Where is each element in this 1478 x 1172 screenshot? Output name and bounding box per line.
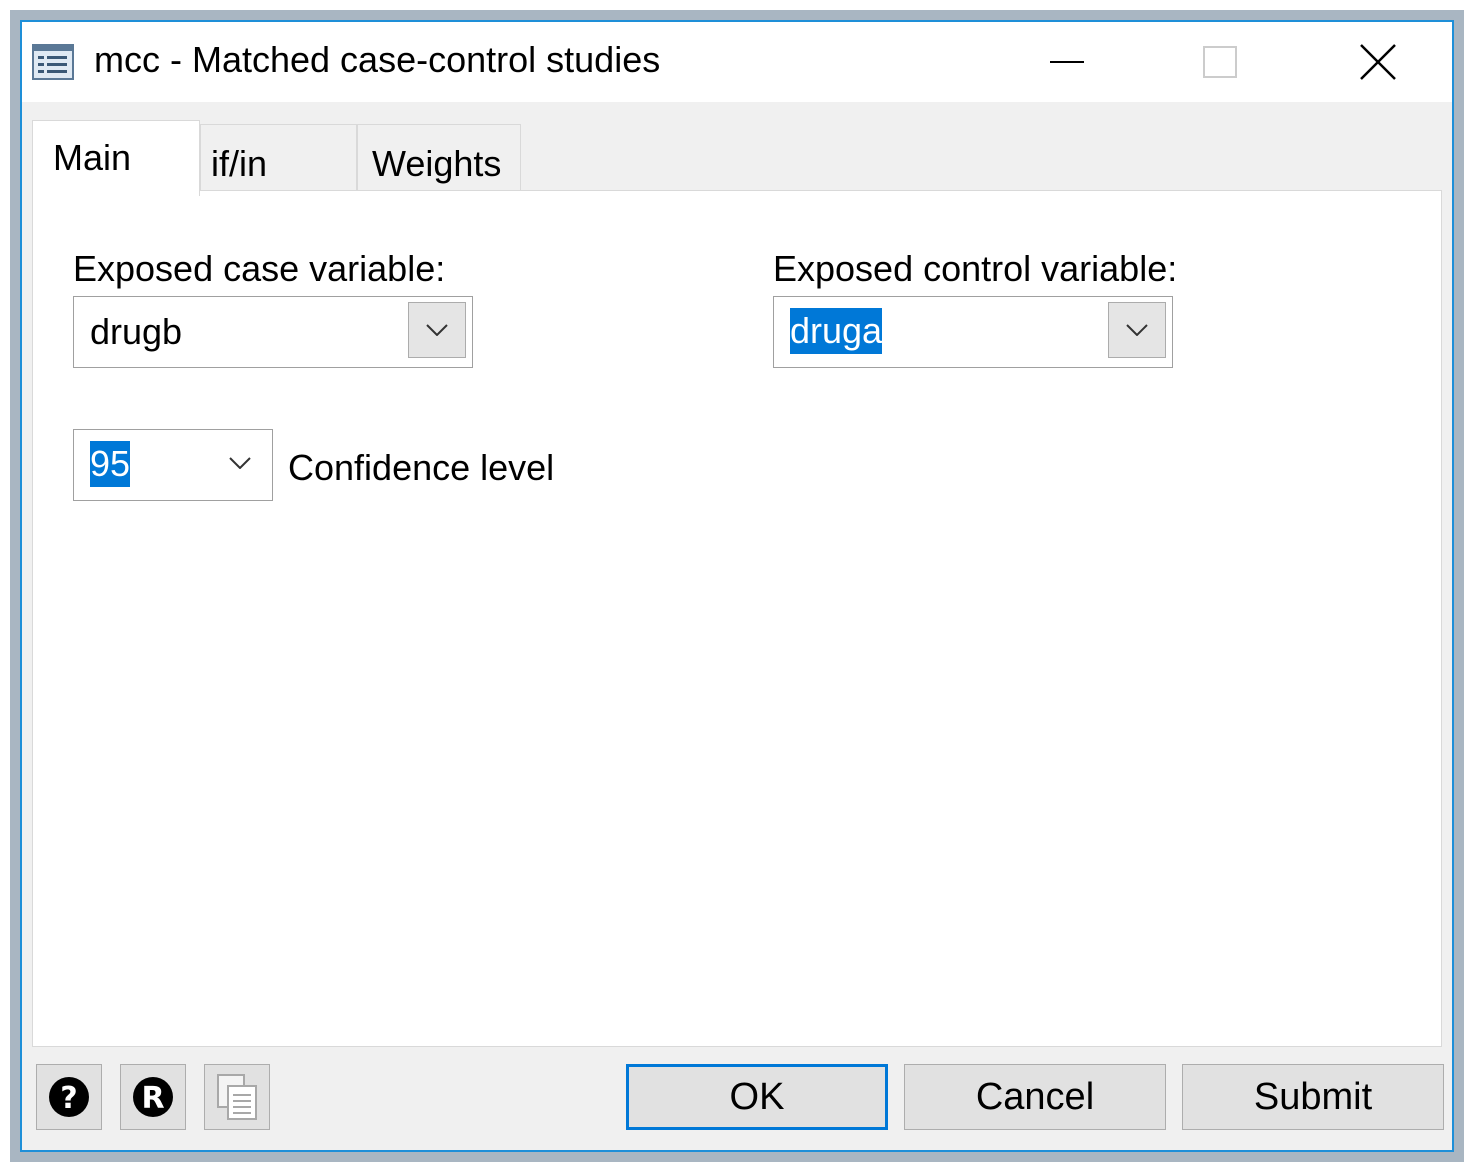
tab-weights[interactable]: Weights <box>357 124 521 190</box>
tab-if-in[interactable]: if/in <box>200 124 357 190</box>
copy-command-button[interactable] <box>204 1064 270 1130</box>
exposed-control-value[interactable]: druga <box>790 308 883 354</box>
minimize-icon <box>1050 61 1084 63</box>
dialog-window: mcc - Matched case-control studies Main … <box>20 20 1454 1152</box>
reset-button[interactable]: R <box>120 1064 186 1130</box>
maximize-icon <box>1203 46 1237 78</box>
help-button[interactable]: ? <box>36 1064 102 1130</box>
submit-button[interactable]: Submit <box>1182 1064 1444 1130</box>
dialog-list-icon <box>32 44 74 80</box>
confidence-level-dropdown-button[interactable] <box>229 456 251 474</box>
exposed-case-combobox[interactable]: drugb <box>73 296 473 368</box>
tab-main[interactable]: Main <box>32 120 200 196</box>
confidence-level-label: Confidence level <box>288 447 555 488</box>
main-tab-panel: Exposed case variable: drugb Exposed con… <box>32 190 1442 1047</box>
exposed-case-label: Exposed case variable: <box>73 248 446 289</box>
chevron-down-icon <box>229 457 251 470</box>
exposed-case-dropdown-button[interactable] <box>408 302 466 358</box>
close-button[interactable] <box>1328 22 1428 102</box>
svg-text:?: ? <box>60 1081 77 1116</box>
reset-icon: R <box>133 1077 173 1117</box>
chevron-down-icon <box>426 324 448 336</box>
close-icon <box>1360 44 1396 80</box>
chevron-down-icon <box>1126 324 1148 336</box>
copy-command-icon <box>217 1074 257 1120</box>
confidence-level-combobox[interactable]: 95 <box>73 429 273 501</box>
exposed-control-combobox[interactable]: druga <box>773 296 1173 368</box>
help-icon: ? <box>49 1077 89 1117</box>
confidence-level-value[interactable]: 95 <box>90 441 131 487</box>
exposed-control-dropdown-button[interactable] <box>1108 302 1166 358</box>
svg-text:R: R <box>141 1081 164 1116</box>
minimize-button[interactable] <box>1018 22 1118 102</box>
cancel-button[interactable]: Cancel <box>904 1064 1166 1130</box>
exposed-control-label: Exposed control variable: <box>773 248 1178 289</box>
title-bar[interactable]: mcc - Matched case-control studies <box>22 22 1452 102</box>
ok-button[interactable]: OK <box>626 1064 888 1130</box>
exposed-case-value[interactable]: drugb <box>90 311 182 353</box>
window-title: mcc - Matched case-control studies <box>94 39 661 80</box>
maximize-button[interactable] <box>1170 22 1270 102</box>
